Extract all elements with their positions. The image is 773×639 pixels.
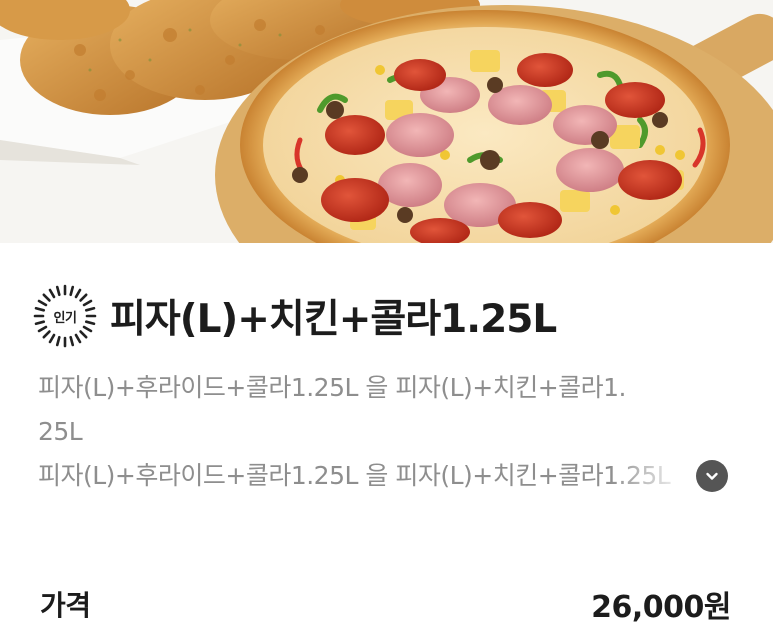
title-row: 인기 피자(L)+치킨+콜라1.25L (32, 283, 557, 349)
description-line-truncated: 피자(L)+후라이드+콜라1.25L 을 피자(L)+치킨+콜라1.25L (38, 454, 728, 498)
product-image (0, 0, 773, 243)
description-line: 피자(L)+후라이드+콜라1.25L 을 피자(L)+치킨+콜라1. (38, 373, 627, 402)
popular-badge: 인기 (32, 283, 98, 349)
product-title: 피자(L)+치킨+콜라1.25L (110, 297, 557, 342)
description-line: 피자(L)+후라이드+콜라1.25L 을 피자(L)+치킨+콜라1.25L (38, 461, 671, 490)
price-value: 26,000원 (591, 590, 731, 625)
chevron-down-icon (706, 472, 718, 480)
price-label: 가격 (40, 589, 91, 622)
description-line: 25L (38, 417, 83, 446)
price-row: 가격 26,000원 (40, 582, 731, 626)
badge-label: 인기 (53, 310, 77, 326)
expand-description-button[interactable] (696, 460, 728, 492)
product-detail-page: 인기 피자(L)+치킨+콜라1.25L 피자(L)+후라이드+콜라1.25L 을… (0, 0, 773, 639)
product-description: 피자(L)+후라이드+콜라1.25L 을 피자(L)+치킨+콜라1. 25L 피… (38, 366, 728, 498)
